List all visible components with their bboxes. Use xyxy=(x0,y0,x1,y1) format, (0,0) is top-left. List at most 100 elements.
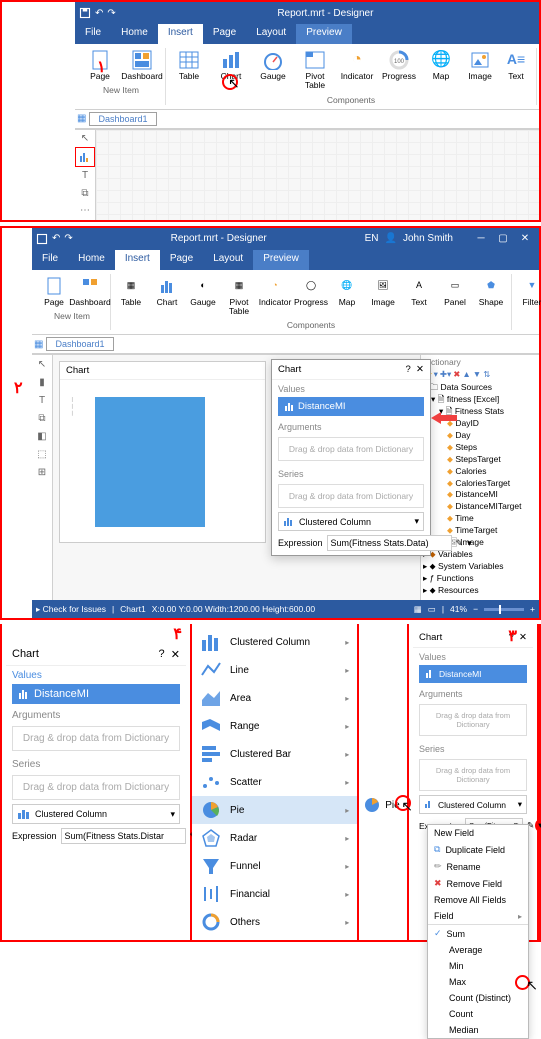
arguments-drop[interactable]: Drag & drop data from Dictionary xyxy=(278,437,424,461)
tab-page[interactable]: Page xyxy=(160,250,203,270)
tool-text[interactable]: T xyxy=(75,167,95,185)
close-button[interactable]: ✕ xyxy=(416,364,424,375)
tool-chart[interactable] xyxy=(75,147,95,167)
ritem-text[interactable]: AText xyxy=(401,274,437,319)
tree-field[interactable]: ⬥ DistanceMI xyxy=(423,489,537,501)
tool-text[interactable]: T xyxy=(32,391,52,409)
undo-icon[interactable]: ↶ xyxy=(52,233,60,244)
value-field[interactable]: DistanceMI xyxy=(12,684,180,704)
dashboard-tab[interactable]: Dashboard1 xyxy=(46,337,113,351)
ritem-shape[interactable]: ⬟Shape xyxy=(473,274,509,319)
value-field[interactable]: DistanceMI xyxy=(278,397,424,416)
ritem-image[interactable]: 🖼Image xyxy=(365,274,401,319)
tool-5[interactable]: ◧ xyxy=(32,427,52,445)
ritem-progress[interactable]: ◯Progress xyxy=(293,274,329,319)
tab-preview[interactable]: Preview xyxy=(253,250,309,270)
tab-layout[interactable]: Layout xyxy=(246,24,296,44)
close-button[interactable]: ✕ xyxy=(515,233,535,244)
ctx-field[interactable]: Field▸ xyxy=(428,908,528,924)
ritem-chart[interactable]: Chart xyxy=(149,274,185,319)
dict-del[interactable]: ✖ xyxy=(453,369,460,380)
save-icon[interactable] xyxy=(79,7,91,19)
menu-funnel[interactable]: Funnel▸ xyxy=(192,852,357,880)
dict-new[interactable]: ✚▾ xyxy=(440,369,451,380)
tab-home[interactable]: Home xyxy=(68,250,115,270)
ritem-pivot[interactable]: Pivot Table xyxy=(294,48,336,93)
ctx-median[interactable]: Median xyxy=(428,1022,528,1038)
ritem-page[interactable]: Page xyxy=(36,274,72,309)
tool-7[interactable]: ⊞ xyxy=(32,463,52,481)
ritem-image[interactable]: Image xyxy=(462,48,498,93)
ritem-filter[interactable]: ▼Filter xyxy=(514,274,541,319)
dashboard-tab[interactable]: Dashboard1 xyxy=(89,112,156,126)
menu-radar[interactable]: Radar▸ xyxy=(192,824,357,852)
tree-field[interactable]: ⬥ DistanceMITarget xyxy=(423,501,537,513)
menu-financial[interactable]: Financial▸ xyxy=(192,880,357,908)
submenu-pie[interactable]: Pie ↖ xyxy=(359,792,407,818)
tab-file[interactable]: File xyxy=(32,250,68,270)
expression-input[interactable] xyxy=(61,828,186,844)
chart-type-combo[interactable]: Clustered Column▾ xyxy=(419,795,527,814)
ctx-rename[interactable]: ✏Rename xyxy=(428,858,528,875)
tool-chart[interactable]: ▮ xyxy=(32,373,52,391)
zoom-in[interactable]: + xyxy=(530,604,535,614)
ctx-remove-all[interactable]: Remove All Fields xyxy=(428,892,528,908)
tab-preview[interactable]: Preview xyxy=(296,24,352,44)
tree-res[interactable]: ▸ ⬥ Resources xyxy=(423,585,537,597)
ritem-gauge[interactable]: ◐Gauge xyxy=(185,274,221,319)
ctx-dup-field[interactable]: ⧉Duplicate Field xyxy=(428,841,528,858)
chart-type-combo[interactable]: Clustered Column▾ xyxy=(12,804,180,824)
redo-icon[interactable]: ↷ xyxy=(107,8,115,19)
series-drop[interactable]: Drag & drop data from Dictionary xyxy=(12,775,180,800)
ritem-progress[interactable]: 100Progress xyxy=(378,48,420,93)
lang-indicator[interactable]: EN xyxy=(365,233,379,244)
close-button[interactable]: ✕ xyxy=(519,632,527,643)
ritem-map[interactable]: 🌐Map xyxy=(420,48,462,93)
zoom-level[interactable]: 41% xyxy=(450,604,467,614)
ctx-count-distinct[interactable]: Count (Distinct) xyxy=(428,990,528,1006)
ritem-table[interactable]: Table xyxy=(168,48,210,93)
ritem-indicator[interactable]: ◔Indicator xyxy=(336,48,378,93)
expr-edit-icon[interactable]: ✎ xyxy=(456,538,464,549)
view-btn[interactable]: ▭ xyxy=(428,604,436,615)
menu-range[interactable]: Range▸ xyxy=(192,712,357,740)
menu-scatter[interactable]: Scatter▸ xyxy=(192,768,357,796)
tree-field[interactable]: ⬥ Time xyxy=(423,513,537,525)
ctx-count[interactable]: Count xyxy=(428,1006,528,1022)
ctx-min[interactable]: Min xyxy=(428,958,528,974)
ritem-table[interactable]: ▦Table xyxy=(113,274,149,319)
ritem-gauge[interactable]: Gauge xyxy=(252,48,294,93)
ritem-text[interactable]: A≡Text xyxy=(498,48,534,93)
ritem-indicator[interactable]: ◔Indicator xyxy=(257,274,293,319)
expression-input[interactable] xyxy=(327,535,452,551)
tree-funcs[interactable]: ▸ ƒ Functions xyxy=(423,573,537,585)
canvas[interactable] xyxy=(96,130,539,220)
ctx-sum[interactable]: ✓Sum xyxy=(428,924,528,942)
redo-icon[interactable]: ↷ xyxy=(64,233,72,244)
dict-down[interactable]: ▼ xyxy=(473,369,481,380)
arguments-drop[interactable]: Drag & drop data from Dictionary xyxy=(12,726,180,751)
ritem-chart[interactable]: Chart↖ xyxy=(210,48,252,93)
ritem-pivot[interactable]: ▦Pivot Table xyxy=(221,274,257,319)
tab-layout[interactable]: Layout xyxy=(203,250,253,270)
user-name[interactable]: John Smith xyxy=(403,233,453,244)
view-btn[interactable]: ▦ xyxy=(414,604,422,615)
tree-field[interactable]: ⬥ Steps xyxy=(423,442,537,454)
menu-pie[interactable]: Pie▸ xyxy=(192,796,357,824)
tree-field[interactable]: ⬥ Day xyxy=(423,430,537,442)
tool-copy[interactable]: ⧉ xyxy=(75,184,95,202)
tool-more[interactable]: ⋯ xyxy=(75,202,95,220)
tab-insert[interactable]: Insert xyxy=(158,24,203,44)
tab-insert[interactable]: Insert xyxy=(115,250,160,270)
check-issues[interactable]: ▸ Check for Issues xyxy=(36,604,106,615)
tree-fitness[interactable]: ▾ 🗎 fitness [Excel] xyxy=(423,394,537,406)
ritem-map[interactable]: 🌐Map xyxy=(329,274,365,319)
series-drop[interactable]: Drag & drop data from Dictionary xyxy=(278,484,424,508)
ctx-avg[interactable]: Average xyxy=(428,942,528,958)
tree-field[interactable]: ⬥ StepsTarget xyxy=(423,454,537,466)
value-field[interactable]: DistanceMI xyxy=(419,665,527,683)
series-drop[interactable]: Drag & drop data from Dictionary xyxy=(419,759,527,791)
ctx-new-field[interactable]: New Field xyxy=(428,825,528,841)
ritem-panel[interactable]: ▭Panel xyxy=(437,274,473,319)
menu-clustered-column[interactable]: Clustered Column▸ xyxy=(192,628,357,656)
